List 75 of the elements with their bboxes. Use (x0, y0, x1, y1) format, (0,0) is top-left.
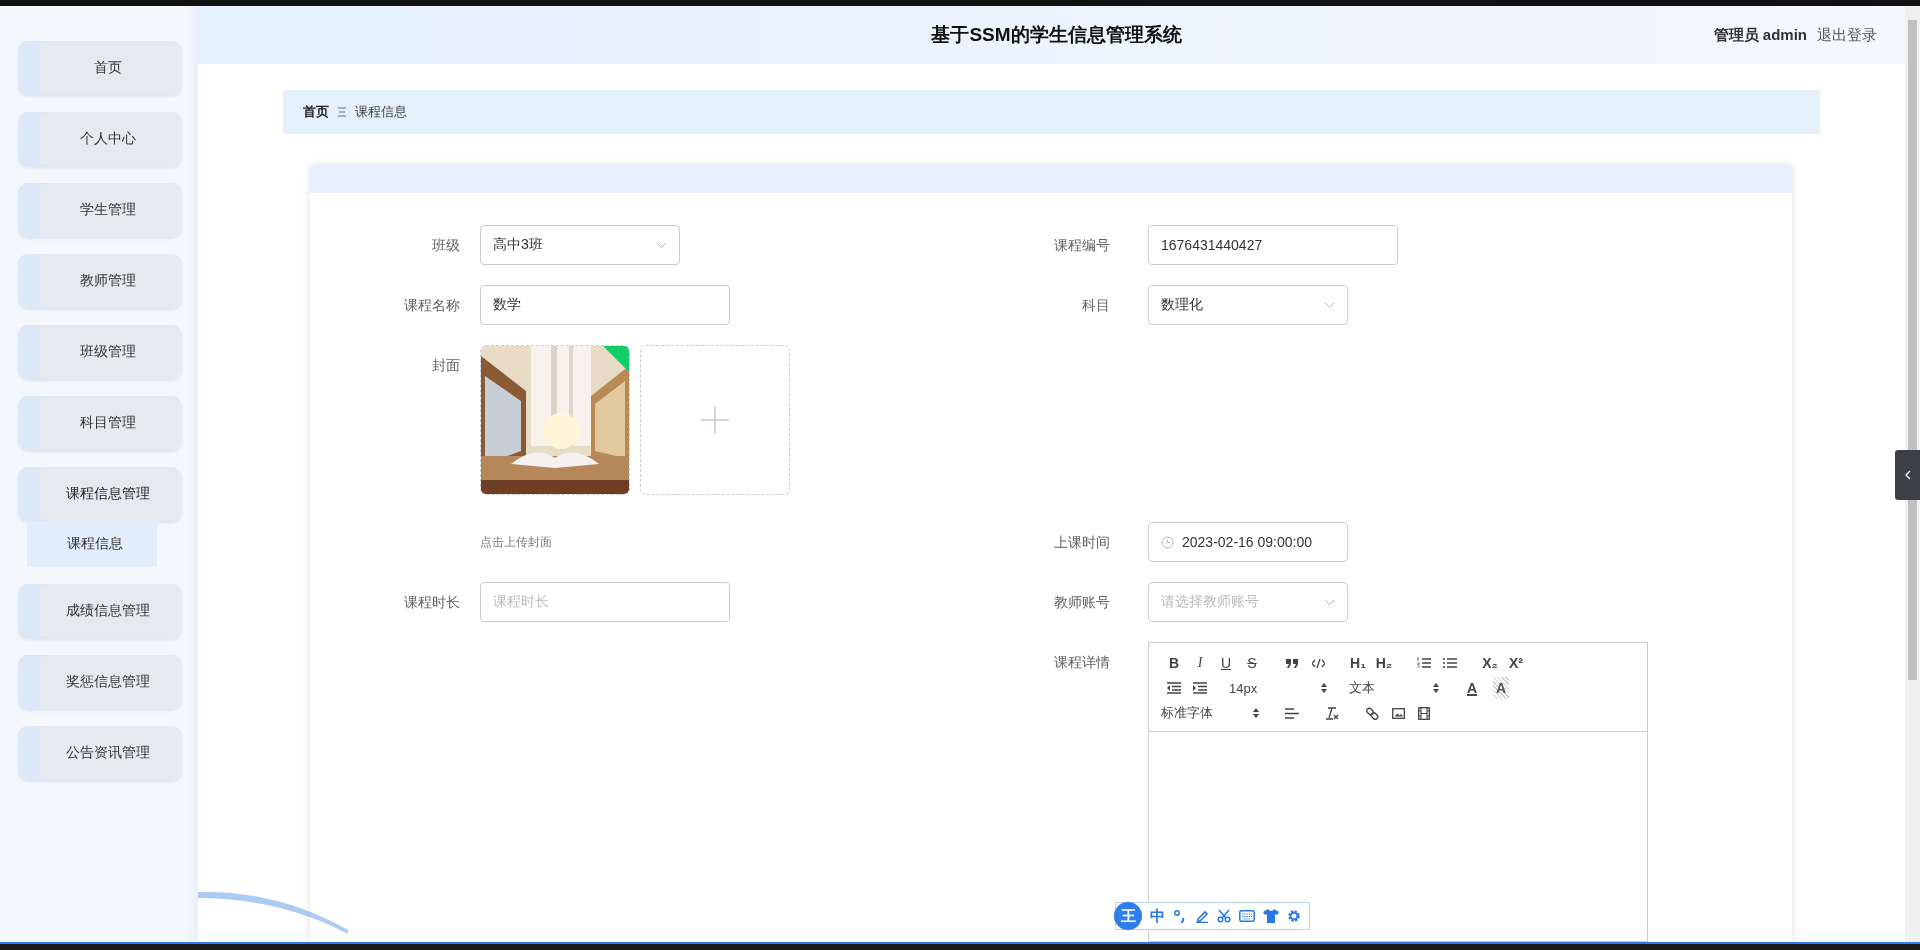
upload-hint: 点击上传封面 (480, 534, 552, 551)
page-title: 基于SSM的学生信息管理系统 (931, 23, 1182, 47)
quote-icon (1286, 658, 1298, 668)
field-label: 课程编号 (1053, 236, 1110, 255)
align-left-icon (1285, 707, 1299, 719)
field-label: 课程详情 (1053, 653, 1110, 672)
toolbar-button[interactable]: U (1213, 652, 1239, 674)
sidebar-item[interactable]: 学生管理 (18, 183, 182, 237)
breadcrumb-link[interactable]: 首页 (303, 103, 329, 121)
toolbar-dropdown[interactable]: 14px (1229, 677, 1333, 699)
field-label: 课程名称 (403, 296, 460, 315)
plus-icon (701, 406, 729, 434)
sidebar-item[interactable]: 课程信息管理 (18, 467, 182, 521)
ime-mode-button[interactable]: 中 (1150, 906, 1165, 926)
pen-icon[interactable] (1195, 909, 1209, 923)
bullet-list-icon (1443, 657, 1457, 669)
sidebar-item[interactable]: 奖惩信息管理 (18, 655, 182, 709)
sort-arrows-icon (1433, 683, 1439, 693)
scrollbar[interactable] (1905, 6, 1920, 942)
toolbar-button[interactable]: B (1161, 652, 1187, 674)
toolbar-button[interactable]: S (1239, 652, 1265, 674)
sidebar-item[interactable]: 首页 (18, 41, 182, 95)
chevron-down-icon (1324, 599, 1335, 606)
clear-format-icon (1325, 706, 1339, 720)
toolbar-button[interactable]: I (1187, 652, 1213, 674)
outdent-icon (1167, 682, 1181, 694)
link-icon (1365, 706, 1379, 720)
settings-icon[interactable] (1287, 909, 1301, 923)
toolbar-dropdown[interactable]: 文本 (1349, 677, 1445, 699)
punctuation-icon[interactable] (1173, 909, 1187, 923)
sidebar-item[interactable]: 班级管理 (18, 325, 182, 379)
clock-icon (1161, 535, 1174, 549)
breadcrumb-link[interactable]: 课程信息 (355, 103, 407, 121)
date-field[interactable]: 2023-02-16 09:00:00 (1148, 522, 1348, 562)
toolbar-button[interactable]: H₂ (1371, 652, 1397, 674)
sidebar-item[interactable]: 个人中心 (18, 112, 182, 166)
field-label: 科目 (1081, 296, 1110, 315)
indent-icon (1193, 682, 1207, 694)
toolbar-button[interactable]: X₂ (1477, 652, 1503, 674)
submenu-item[interactable]: 课程信息 (27, 521, 157, 567)
film-icon (1418, 706, 1430, 720)
select-field[interactable]: 高中3班 (480, 225, 680, 265)
field-label: 上课时间 (1053, 533, 1110, 552)
numbered-list-icon (1417, 657, 1431, 669)
sidebar-item[interactable]: 教师管理 (18, 254, 182, 308)
sidebar-item[interactable]: 科目管理 (18, 396, 182, 450)
separator-icon (338, 107, 346, 117)
code-icon (1311, 658, 1325, 668)
toolbar-dropdown[interactable]: 标准字体 (1161, 702, 1265, 724)
field-label: 教师账号 (1053, 593, 1110, 612)
toolbar-button[interactable]: A (1493, 677, 1509, 699)
sort-arrows-icon (1321, 683, 1327, 693)
field-label: 封面 (431, 356, 460, 375)
keyboard-icon[interactable] (1239, 910, 1255, 922)
field-label: 课程时长 (403, 593, 460, 612)
ime-logo[interactable]: 王 (1114, 902, 1142, 930)
user-label: 管理员 admin (1713, 25, 1807, 45)
scissors-icon[interactable] (1217, 909, 1231, 923)
select-field[interactable]: 数理化 (1148, 285, 1348, 325)
chevron-left-icon (1904, 470, 1911, 480)
logout-link[interactable]: 退出登录 (1817, 25, 1877, 45)
input-field[interactable]: 1676431440427 (1148, 225, 1398, 265)
chevron-down-icon (1324, 302, 1335, 309)
toolbar-button[interactable]: X² (1503, 652, 1529, 674)
sidebar-item[interactable]: 成绩信息管理 (18, 584, 182, 638)
toolbar-button[interactable]: A (1459, 677, 1485, 699)
shirt-icon[interactable] (1263, 909, 1279, 923)
toolbar-button[interactable]: H₁ (1345, 652, 1371, 674)
sidebar-item[interactable]: 公告资讯管理 (18, 726, 182, 780)
chevron-down-icon (656, 242, 667, 249)
sort-arrows-icon (1253, 708, 1259, 718)
input-field[interactable]: 数学 (480, 285, 730, 325)
field-label: 班级 (431, 236, 460, 255)
collapse-tab[interactable] (1895, 450, 1920, 500)
image-icon (1391, 707, 1405, 719)
